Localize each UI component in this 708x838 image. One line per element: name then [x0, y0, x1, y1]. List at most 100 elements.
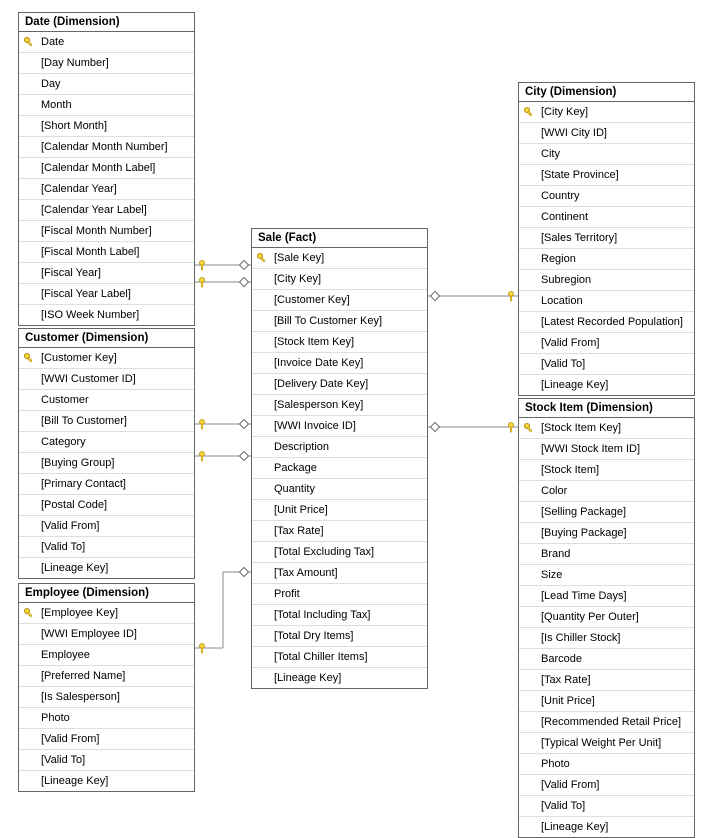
table-stockitem[interactable]: Stock Item (Dimension) [Stock Item Key][… [518, 398, 695, 838]
field-row[interactable]: Profit [252, 584, 427, 605]
field-row[interactable]: [Valid To] [519, 796, 694, 817]
field-label: [Lineage Key] [541, 821, 608, 833]
field-row[interactable]: Quantity [252, 479, 427, 500]
field-row[interactable]: [Unit Price] [252, 500, 427, 521]
field-row[interactable]: [Buying Package] [519, 523, 694, 544]
field-row[interactable]: [Bill To Customer] [19, 411, 194, 432]
field-row[interactable]: [Selling Package] [519, 502, 694, 523]
field-row[interactable]: [Calendar Year] [19, 179, 194, 200]
field-row[interactable]: [Tax Rate] [519, 670, 694, 691]
field-row[interactable]: [Is Salesperson] [19, 687, 194, 708]
field-row[interactable]: [Is Chiller Stock] [519, 628, 694, 649]
field-row[interactable]: Date [19, 32, 194, 53]
field-row[interactable]: [ISO Week Number] [19, 305, 194, 325]
field-row[interactable]: Employee [19, 645, 194, 666]
field-row[interactable]: [Customer Key] [252, 290, 427, 311]
field-row[interactable]: [Valid From] [19, 729, 194, 750]
field-row[interactable]: Subregion [519, 270, 694, 291]
field-row[interactable]: [Salesperson Key] [252, 395, 427, 416]
field-row[interactable]: [Valid From] [519, 333, 694, 354]
field-row[interactable]: [City Key] [519, 102, 694, 123]
field-row[interactable]: [Valid From] [519, 775, 694, 796]
field-row[interactable]: [Valid To] [19, 750, 194, 771]
field-row[interactable]: [Lead Time Days] [519, 586, 694, 607]
field-row[interactable]: [Customer Key] [19, 348, 194, 369]
field-row[interactable]: [Sale Key] [252, 248, 427, 269]
field-row[interactable]: [Stock Item Key] [252, 332, 427, 353]
field-row[interactable]: [Tax Rate] [252, 521, 427, 542]
field-row[interactable]: [Primary Contact] [19, 474, 194, 495]
field-row[interactable]: [Postal Code] [19, 495, 194, 516]
field-row[interactable]: Package [252, 458, 427, 479]
field-row[interactable]: Size [519, 565, 694, 586]
field-row[interactable]: [Fiscal Month Label] [19, 242, 194, 263]
field-row[interactable]: Description [252, 437, 427, 458]
field-row[interactable]: [Day Number] [19, 53, 194, 74]
field-row[interactable]: [Total Excluding Tax] [252, 542, 427, 563]
field-row[interactable]: [Quantity Per Outer] [519, 607, 694, 628]
field-row[interactable]: [Total Chiller Items] [252, 647, 427, 668]
field-row[interactable]: [Fiscal Year Label] [19, 284, 194, 305]
field-row[interactable]: Photo [519, 754, 694, 775]
field-row[interactable]: Brand [519, 544, 694, 565]
field-row[interactable]: [Typical Weight Per Unit] [519, 733, 694, 754]
field-row[interactable]: Country [519, 186, 694, 207]
field-row[interactable]: [Fiscal Month Number] [19, 221, 194, 242]
field-row[interactable]: [Calendar Month Label] [19, 158, 194, 179]
field-row[interactable]: [Stock Item] [519, 460, 694, 481]
field-row[interactable]: [WWI Invoice ID] [252, 416, 427, 437]
field-row[interactable]: Month [19, 95, 194, 116]
table-city[interactable]: City (Dimension) [City Key][WWI City ID]… [518, 82, 695, 396]
field-label: [Calendar Year] [41, 183, 117, 195]
field-row[interactable]: [Tax Amount] [252, 563, 427, 584]
field-row[interactable]: [Calendar Month Number] [19, 137, 194, 158]
field-label: [Lead Time Days] [541, 590, 627, 602]
field-row[interactable]: [Calendar Year Label] [19, 200, 194, 221]
field-row[interactable]: [Bill To Customer Key] [252, 311, 427, 332]
field-row[interactable]: [Total Dry Items] [252, 626, 427, 647]
field-row[interactable]: [Lineage Key] [19, 771, 194, 791]
field-row[interactable]: [Lineage Key] [519, 375, 694, 395]
field-row[interactable]: [Buying Group] [19, 453, 194, 474]
field-row[interactable]: [State Province] [519, 165, 694, 186]
field-row[interactable]: [Delivery Date Key] [252, 374, 427, 395]
field-row[interactable]: [Preferred Name] [19, 666, 194, 687]
field-row[interactable]: [Valid To] [519, 354, 694, 375]
field-row[interactable]: [Valid To] [19, 537, 194, 558]
field-row[interactable]: [Lineage Key] [19, 558, 194, 578]
field-row[interactable]: [Total Including Tax] [252, 605, 427, 626]
field-row[interactable]: [WWI Customer ID] [19, 369, 194, 390]
field-row[interactable]: [Lineage Key] [252, 668, 427, 688]
field-row[interactable]: Location [519, 291, 694, 312]
field-row[interactable]: [WWI Employee ID] [19, 624, 194, 645]
field-row[interactable]: [WWI City ID] [519, 123, 694, 144]
field-row[interactable]: [WWI Stock Item ID] [519, 439, 694, 460]
field-row[interactable]: [Recommended Retail Price] [519, 712, 694, 733]
field-row[interactable]: [Fiscal Year] [19, 263, 194, 284]
table-customer[interactable]: Customer (Dimension) [Customer Key][WWI … [18, 328, 195, 579]
field-row[interactable]: [Employee Key] [19, 603, 194, 624]
table-date[interactable]: Date (Dimension) Date[Day Number]DayMont… [18, 12, 195, 326]
field-row[interactable]: Color [519, 481, 694, 502]
field-row[interactable]: Region [519, 249, 694, 270]
field-row[interactable]: City [519, 144, 694, 165]
field-row[interactable]: Barcode [519, 649, 694, 670]
field-row[interactable]: Continent [519, 207, 694, 228]
table-sale[interactable]: Sale (Fact) [Sale Key][City Key][Custome… [251, 228, 428, 689]
table-employee[interactable]: Employee (Dimension) [Employee Key][WWI … [18, 583, 195, 792]
field-row[interactable]: [Latest Recorded Population] [519, 312, 694, 333]
field-row[interactable]: Category [19, 432, 194, 453]
field-row[interactable]: [Invoice Date Key] [252, 353, 427, 374]
field-row[interactable]: [Valid From] [19, 516, 194, 537]
field-label: [Fiscal Month Number] [41, 225, 152, 237]
field-row[interactable]: [Lineage Key] [519, 817, 694, 837]
field-row[interactable]: Photo [19, 708, 194, 729]
field-row[interactable]: [Sales Territory] [519, 228, 694, 249]
field-row[interactable]: [Stock Item Key] [519, 418, 694, 439]
field-row[interactable]: Day [19, 74, 194, 95]
field-row[interactable]: [Unit Price] [519, 691, 694, 712]
field-row[interactable]: [City Key] [252, 269, 427, 290]
field-row[interactable]: [Short Month] [19, 116, 194, 137]
field-row[interactable]: Customer [19, 390, 194, 411]
field-label: Size [541, 569, 562, 581]
